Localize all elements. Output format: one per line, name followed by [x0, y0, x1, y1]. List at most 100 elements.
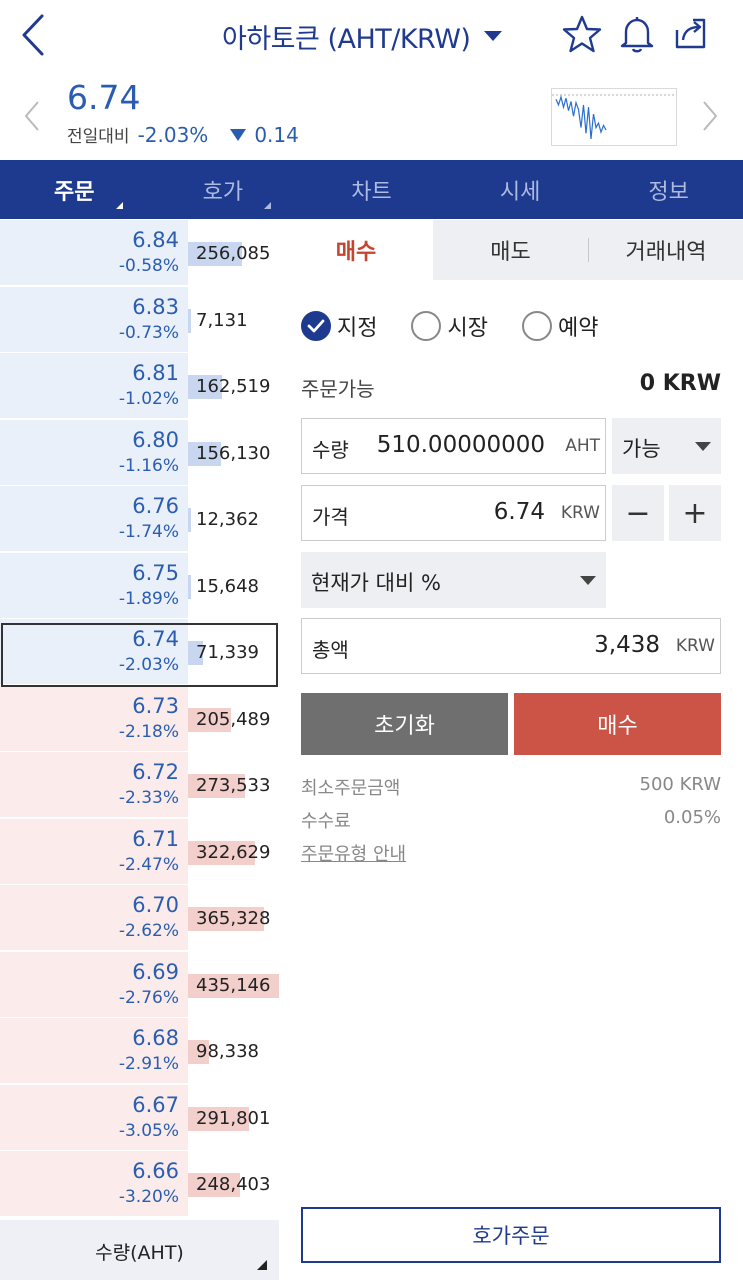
price-increase-button[interactable]: + — [669, 485, 721, 541]
percent-select[interactable]: 현재가 대비 % — [301, 552, 606, 608]
order-panel: 매수 매도 거래내역 지정 시장 예약 주문가능 0 KRW 수량 510.00… — [279, 220, 743, 1280]
quantity-field[interactable]: 수량 510.00000000 AHT — [301, 418, 606, 474]
order-type-group: 지정 시장 예약 — [301, 310, 632, 342]
order-book-quantity: 7,131 — [196, 310, 248, 331]
order-type-market-radio[interactable] — [411, 311, 442, 341]
chevron-down-icon — [484, 31, 503, 41]
price-value[interactable]: 6.74 — [494, 499, 545, 525]
order-book-percent: -2.91% — [118, 1054, 179, 1074]
min-order-label: 최소주문금액 — [301, 778, 401, 799]
price-summary: 6.74 전일대비 -2.03% 0.14 — [0, 72, 743, 160]
order-book-price: 6.81 — [132, 361, 179, 385]
chevron-left-icon[interactable] — [20, 98, 44, 134]
order-book-row[interactable]: 6.69 -2.76% 435,146 — [0, 952, 279, 1018]
order-book-percent: -1.74% — [118, 522, 179, 542]
tab-sell[interactable]: 매도 — [433, 220, 588, 280]
order-book-percent: -0.58% — [118, 256, 179, 276]
order-book-price-cell: 6.80 -1.16% — [0, 420, 187, 486]
order-sub-tabs: 매수 매도 거래내역 — [279, 220, 743, 280]
order-type-reserve-label: 예약 — [557, 316, 599, 341]
order-book-row[interactable]: 6.73 -2.18% 205,489 — [0, 686, 279, 752]
tab-history[interactable]: 거래내역 — [589, 220, 743, 280]
price-unit: KRW — [560, 503, 600, 523]
tab-market-label: 시세 — [499, 179, 541, 205]
mini-chart[interactable] — [551, 88, 677, 146]
order-book-price-cell: 6.68 -2.91% — [0, 1018, 187, 1084]
order-book-depth-bar — [188, 575, 191, 599]
order-book-price-cell: 6.72 -2.33% — [0, 752, 187, 818]
top-bar: 아하토큰 (AHT/KRW) — [0, 0, 743, 72]
price-decrease-button[interactable]: − — [612, 485, 664, 541]
available-label: 주문가능 — [301, 377, 375, 401]
order-book-quantity-cell: 322,629 — [188, 819, 279, 885]
order-book-row[interactable]: 6.80 -1.16% 156,130 — [0, 420, 279, 486]
tab-chart-label: 차트 — [351, 179, 392, 205]
order-book-row[interactable]: 6.70 -2.62% 365,328 — [0, 885, 279, 951]
quote-order-button[interactable]: 호가주문 — [301, 1207, 721, 1263]
order-book-row[interactable]: 6.84 -0.58% 256,085 — [0, 220, 279, 286]
back-icon[interactable] — [14, 12, 54, 58]
bell-icon[interactable] — [617, 14, 657, 54]
order-type-reserve-radio[interactable] — [521, 311, 552, 341]
order-book-row[interactable]: 6.72 -2.33% 273,533 — [0, 752, 279, 818]
order-book-price: 6.73 — [132, 694, 179, 718]
order-book-price-cell: 6.84 -0.58% — [0, 220, 187, 286]
order-book-quantity: 248,403 — [196, 1174, 271, 1195]
order-book-percent: -1.02% — [118, 389, 179, 409]
change-label: 전일대비 — [67, 127, 130, 147]
order-book-depth-bar — [188, 508, 191, 532]
order-book-row[interactable]: 6.81 -1.02% 162,519 — [0, 353, 279, 419]
order-type-limit-label: 지정 — [337, 316, 378, 341]
price-field[interactable]: 가격 6.74 KRW — [301, 485, 606, 541]
tab-chart[interactable]: 차트 — [297, 160, 446, 219]
tab-info[interactable]: 정보 — [594, 160, 743, 219]
total-field[interactable]: 총액 3,438 KRW — [301, 618, 721, 674]
order-book-price-cell: 6.75 -1.89% — [0, 553, 187, 619]
min-order-value: 500 KRW — [639, 774, 721, 795]
reset-button[interactable]: 초기화 — [301, 693, 508, 755]
order-book-percent: -2.47% — [118, 855, 179, 875]
chevron-right-icon[interactable] — [698, 98, 722, 134]
order-book-row[interactable]: 6.71 -2.47% 322,629 — [0, 819, 279, 885]
star-icon[interactable] — [562, 14, 602, 54]
total-value[interactable]: 3,438 — [594, 632, 660, 658]
order-book-row[interactable]: 6.67 -3.05% 291,801 — [0, 1085, 279, 1151]
tab-order[interactable]: 주문 — [0, 160, 149, 219]
total-label: 총액 — [312, 638, 349, 662]
tab-quote[interactable]: 호가 — [149, 160, 298, 219]
quantity-unit: AHT — [565, 436, 600, 456]
order-book-row[interactable]: 6.66 -3.20% 248,403 — [0, 1151, 279, 1217]
order-book-row[interactable]: 6.75 -1.89% 15,648 — [0, 553, 279, 619]
order-book-price: 6.84 — [132, 228, 179, 252]
order-book-quantity: 71,339 — [196, 642, 259, 663]
order-book-percent: -2.03% — [118, 655, 179, 675]
order-book-quantity: 256,085 — [196, 243, 271, 264]
order-book-percent: -1.89% — [118, 589, 179, 609]
market-selector[interactable]: 아하토큰 (AHT/KRW) — [222, 16, 503, 56]
order-book-percent: -0.73% — [118, 323, 179, 343]
order-book-quantity-cell: 435,146 — [188, 952, 279, 1018]
order-book-row[interactable]: 6.76 -1.74% 12,362 — [0, 486, 279, 552]
order-type-limit-radio[interactable] — [301, 311, 331, 341]
change-amount: 0.14 — [254, 123, 299, 147]
quantity-available-select[interactable]: 가능 — [612, 418, 721, 474]
share-icon[interactable] — [671, 14, 711, 54]
order-book-row[interactable]: 6.74 -2.03% 71,339 — [0, 619, 279, 685]
order-book-quantity-cell: 365,328 — [188, 885, 279, 951]
fee-label: 수수료 — [301, 811, 351, 832]
order-type-guide-link[interactable]: 주문유형 안내 — [301, 840, 406, 866]
buy-button[interactable]: 매수 — [514, 693, 721, 755]
order-book-price: 6.74 — [132, 627, 179, 651]
order-book-price-cell: 6.76 -1.74% — [0, 486, 187, 552]
quantity-value[interactable]: 510.00000000 — [377, 432, 545, 458]
order-book-row[interactable]: 6.68 -2.91% 98,338 — [0, 1018, 279, 1084]
order-book-quantity-cell: 256,085 — [188, 220, 279, 286]
order-book-row[interactable]: 6.83 -0.73% 7,131 — [0, 287, 279, 353]
order-book-price-cell: 6.74 -2.03% — [0, 619, 187, 685]
order-book-footer[interactable]: 수량(AHT) — [0, 1220, 279, 1280]
percent-select-label: 현재가 대비 % — [311, 571, 441, 595]
tab-buy[interactable]: 매수 — [279, 220, 433, 280]
tab-market[interactable]: 시세 — [446, 160, 595, 219]
order-book-percent: -2.33% — [118, 788, 179, 808]
corner-triangle-icon — [264, 202, 272, 209]
